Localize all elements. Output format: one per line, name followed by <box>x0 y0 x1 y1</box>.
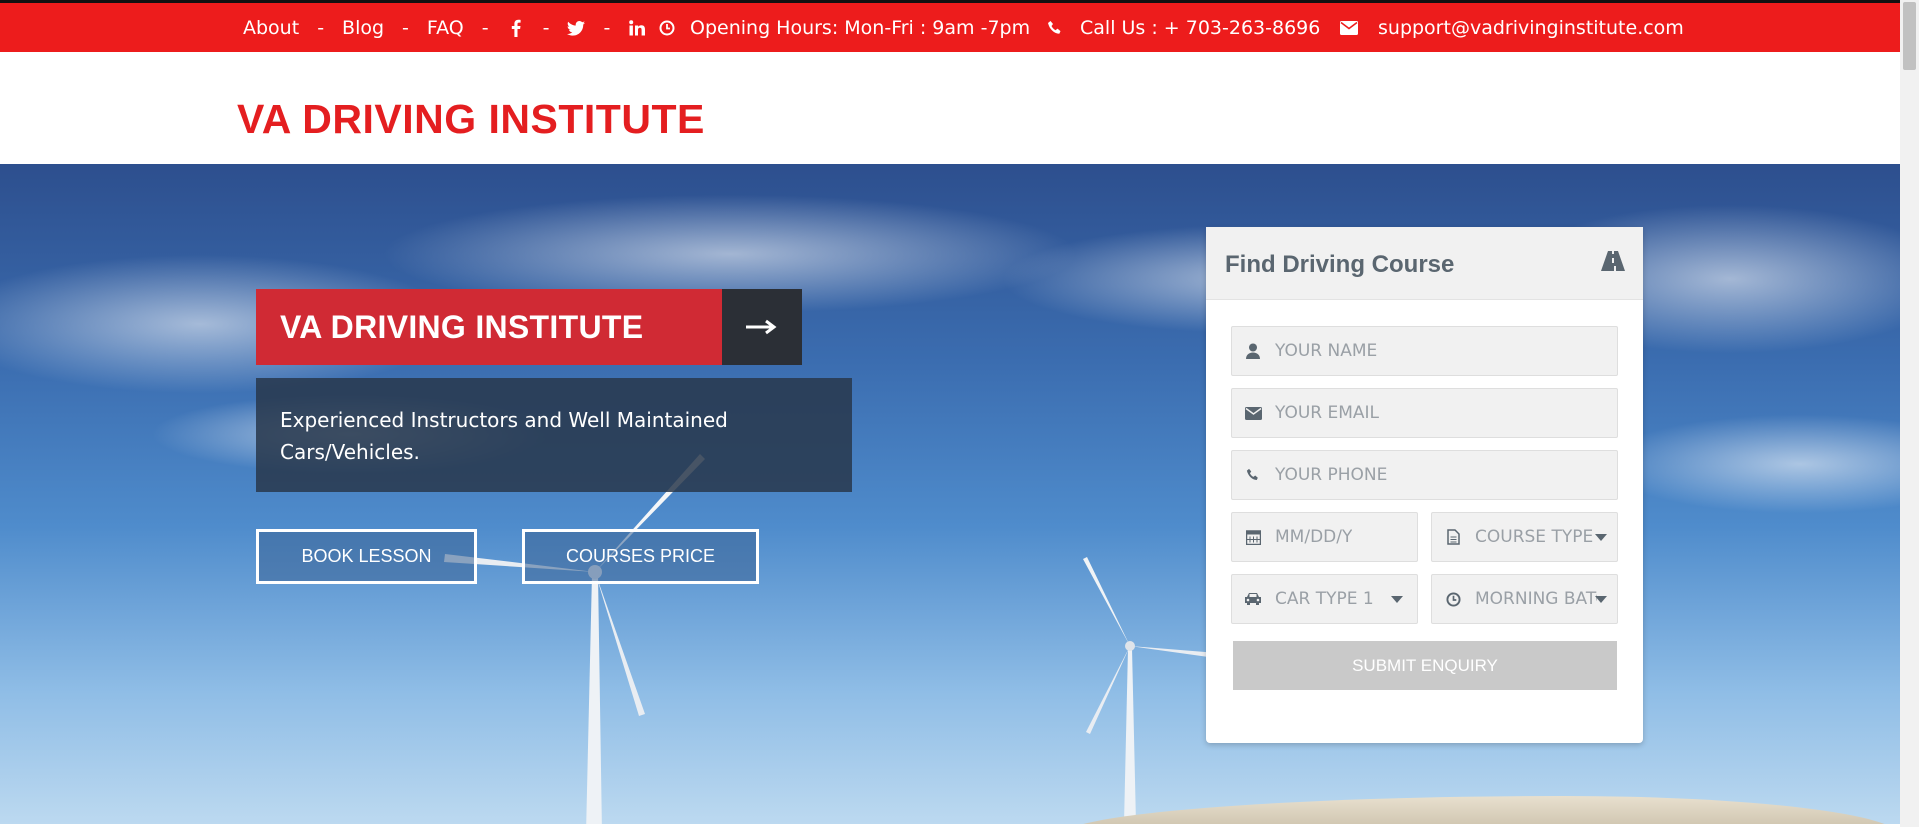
courses-price-button[interactable]: COURSES PRICE <box>522 529 759 584</box>
nav-about-link[interactable]: About <box>243 17 299 39</box>
hero-title: VA DRIVING INSTITUTE <box>256 289 722 365</box>
clock-icon <box>658 19 676 37</box>
envelope-icon <box>1244 404 1262 422</box>
site-header: VA DRIVING INSTITUTE <box>0 52 1900 164</box>
scrollbar[interactable] <box>1900 0 1919 827</box>
email-link[interactable]: support@vadrivinginstitute.com <box>1378 17 1684 39</box>
nav-separator: - <box>542 17 550 39</box>
email-placeholder: YOUR EMAIL <box>1275 403 1380 423</box>
envelope-icon <box>1340 19 1358 37</box>
calendar-icon <box>1244 528 1262 546</box>
nav-separator: - <box>402 17 409 39</box>
opening-hours-text: Opening Hours: Mon-Fri : 9am -7pm <box>690 17 1031 39</box>
wind-turbine-image <box>444 454 705 824</box>
phone-placeholder: YOUR PHONE <box>1275 465 1388 485</box>
chevron-down-icon <box>1391 596 1403 603</box>
nav-blog-link[interactable]: Blog <box>342 17 384 39</box>
nav-separator: - <box>481 17 489 39</box>
phone-icon <box>1046 19 1064 37</box>
date-field[interactable]: MM/DD/Y <box>1231 512 1418 562</box>
opening-hours: Opening Hours: Mon-Fri : 9am -7pm <box>658 17 1030 39</box>
document-icon <box>1444 528 1462 546</box>
top-nav: About - Blog - FAQ - - - <box>243 17 646 39</box>
car-type-value: CAR TYPE 1 <box>1275 589 1374 609</box>
course-type-value: COURSE TYPE 1 <box>1475 527 1600 547</box>
linkedin-icon[interactable] <box>628 19 646 37</box>
phone-icon <box>1244 466 1262 484</box>
call-us: Call Us : + 703-263-8696 <box>1046 17 1320 39</box>
batch-value: MORNING BATCH <box>1475 589 1597 609</box>
clock-icon <box>1444 590 1462 608</box>
nav-separator: - <box>317 17 325 39</box>
twitter-icon[interactable] <box>567 19 586 37</box>
nav-separator: - <box>603 17 611 39</box>
car-icon <box>1244 590 1262 608</box>
batch-select[interactable]: MORNING BATCH <box>1431 574 1618 624</box>
submit-enquiry-button[interactable]: SUBMIT ENQUIRY <box>1233 641 1617 690</box>
hero-banner: VA DRIVING INSTITUTE Experienced Instruc… <box>0 164 1900 824</box>
hero-subtitle: Experienced Instructors and Well Maintai… <box>256 378 852 492</box>
nav-faq-link[interactable]: FAQ <box>427 17 464 39</box>
top-bar: About - Blog - FAQ - - - Opening Hours: … <box>0 0 1900 52</box>
date-placeholder: MM/DD/Y <box>1275 527 1353 547</box>
arrow-right-icon[interactable] <box>722 289 802 365</box>
book-lesson-button[interactable]: BOOK LESSON <box>256 529 477 584</box>
name-field[interactable]: YOUR NAME <box>1231 326 1618 376</box>
email-contact: support@vadrivinginstitute.com <box>1340 17 1684 39</box>
road-icon <box>1601 251 1625 271</box>
form-header: Find Driving Course <box>1206 227 1643 300</box>
email-field[interactable]: YOUR EMAIL <box>1231 388 1618 438</box>
car-type-select[interactable]: CAR TYPE 1 <box>1231 574 1418 624</box>
phone-link[interactable]: Call Us : + 703-263-8696 <box>1080 17 1320 39</box>
chevron-down-icon <box>1595 534 1607 541</box>
user-icon <box>1244 342 1262 360</box>
chevron-down-icon <box>1595 596 1607 603</box>
course-type-select[interactable]: COURSE TYPE 1 <box>1431 512 1618 562</box>
scrollbar-thumb[interactable] <box>1903 2 1916 70</box>
site-logo[interactable]: VA DRIVING INSTITUTE <box>237 96 705 143</box>
find-course-form: Find Driving Course YOUR NAME YOUR EMAIL… <box>1206 227 1643 743</box>
form-title: Find Driving Course <box>1225 251 1455 278</box>
name-placeholder: YOUR NAME <box>1275 341 1378 361</box>
facebook-icon[interactable] <box>507 19 525 37</box>
cloud-decoration <box>1600 414 1900 514</box>
phone-field[interactable]: YOUR PHONE <box>1231 450 1618 500</box>
